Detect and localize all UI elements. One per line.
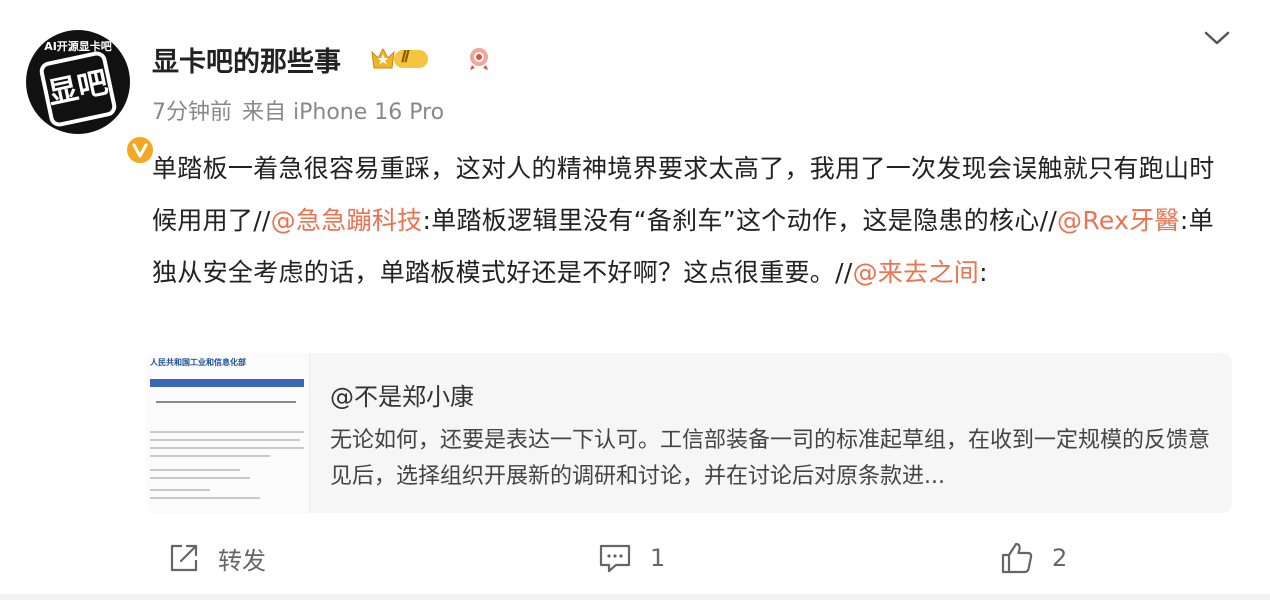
post-text: 单踏板一着急很容易重踩，这对人的精神境界要求太高了，我用了一次发现会误触就只有跑… bbox=[152, 143, 1227, 299]
thumbnail-navbar bbox=[150, 379, 304, 387]
comment-icon bbox=[599, 544, 631, 573]
mention-link[interactable]: @急急蹦科技 bbox=[271, 206, 423, 235]
thumbnail-line bbox=[150, 489, 210, 491]
post-time: 7分钟前 bbox=[152, 100, 232, 125]
post-meta: 7分钟前 来自 iPhone 16 Pro bbox=[152, 94, 454, 126]
thumbnail-line bbox=[156, 401, 296, 403]
quoted-post-thumbnail[interactable]: 人民共和国工业和信息化部 bbox=[146, 353, 310, 513]
avatar-image: AI开源显卡吧 显吧 bbox=[26, 30, 130, 134]
chevron-down-icon[interactable] bbox=[1200, 24, 1234, 52]
thumbnail-line bbox=[150, 431, 304, 433]
crown-badge-icon[interactable]: Ⅱ bbox=[370, 44, 430, 72]
thumbnail-line bbox=[150, 447, 304, 449]
mention-link[interactable]: @来去之间 bbox=[853, 258, 980, 287]
thumbnail-line bbox=[150, 477, 250, 479]
mention-link[interactable]: @Rex牙醫 bbox=[1057, 206, 1180, 235]
post-text-segment: :单踏板逻辑里没有“备刹车”这个动作，这是隐患的核心// bbox=[422, 206, 1058, 235]
avatar[interactable]: AI开源显卡吧 显吧 bbox=[26, 30, 156, 166]
repost-label: 转发 bbox=[218, 546, 266, 575]
quoted-post-text: 无论如何，还要是表达一下认可。工信部装备一司的标准起草组，在收到一定规模的反馈意… bbox=[330, 428, 1210, 489]
thumbnail-line bbox=[150, 497, 260, 499]
comment-button[interactable]: 1 bbox=[598, 530, 665, 586]
thumbnail-line bbox=[150, 455, 270, 457]
avatar-ring-text: AI开源显卡吧 bbox=[44, 40, 112, 53]
level-badge-text: Ⅱ bbox=[400, 49, 408, 66]
like-count: 2 bbox=[1052, 544, 1068, 572]
thumbnail-header: 人民共和国工业和信息化部 bbox=[150, 358, 246, 367]
repost-button[interactable]: 转发 bbox=[168, 530, 266, 586]
quoted-post-card[interactable]: 人民共和国工业和信息化部 @不是郑小康 无论如何，还要是表达一下认可。工信部装备… bbox=[146, 353, 1232, 513]
quoted-post-author[interactable]: @不是郑小康 bbox=[330, 377, 474, 412]
like-button[interactable]: 2 bbox=[1000, 530, 1067, 586]
bottom-divider bbox=[0, 594, 1270, 600]
post-source[interactable]: 来自 iPhone 16 Pro bbox=[242, 100, 444, 125]
username[interactable]: 显卡吧的那些事 bbox=[152, 40, 341, 79]
action-bar: 转发 1 2 bbox=[0, 530, 1270, 586]
post-text-segment: : bbox=[979, 258, 988, 287]
comment-count: 1 bbox=[650, 544, 666, 572]
repost-icon bbox=[170, 544, 198, 572]
avatar-glyph: 显吧 bbox=[37, 49, 119, 129]
thumbnail-line bbox=[150, 469, 240, 471]
thumbnail-line bbox=[150, 439, 300, 441]
fan-badge-icon[interactable] bbox=[466, 45, 492, 71]
thumbs-up-icon bbox=[1001, 542, 1033, 574]
